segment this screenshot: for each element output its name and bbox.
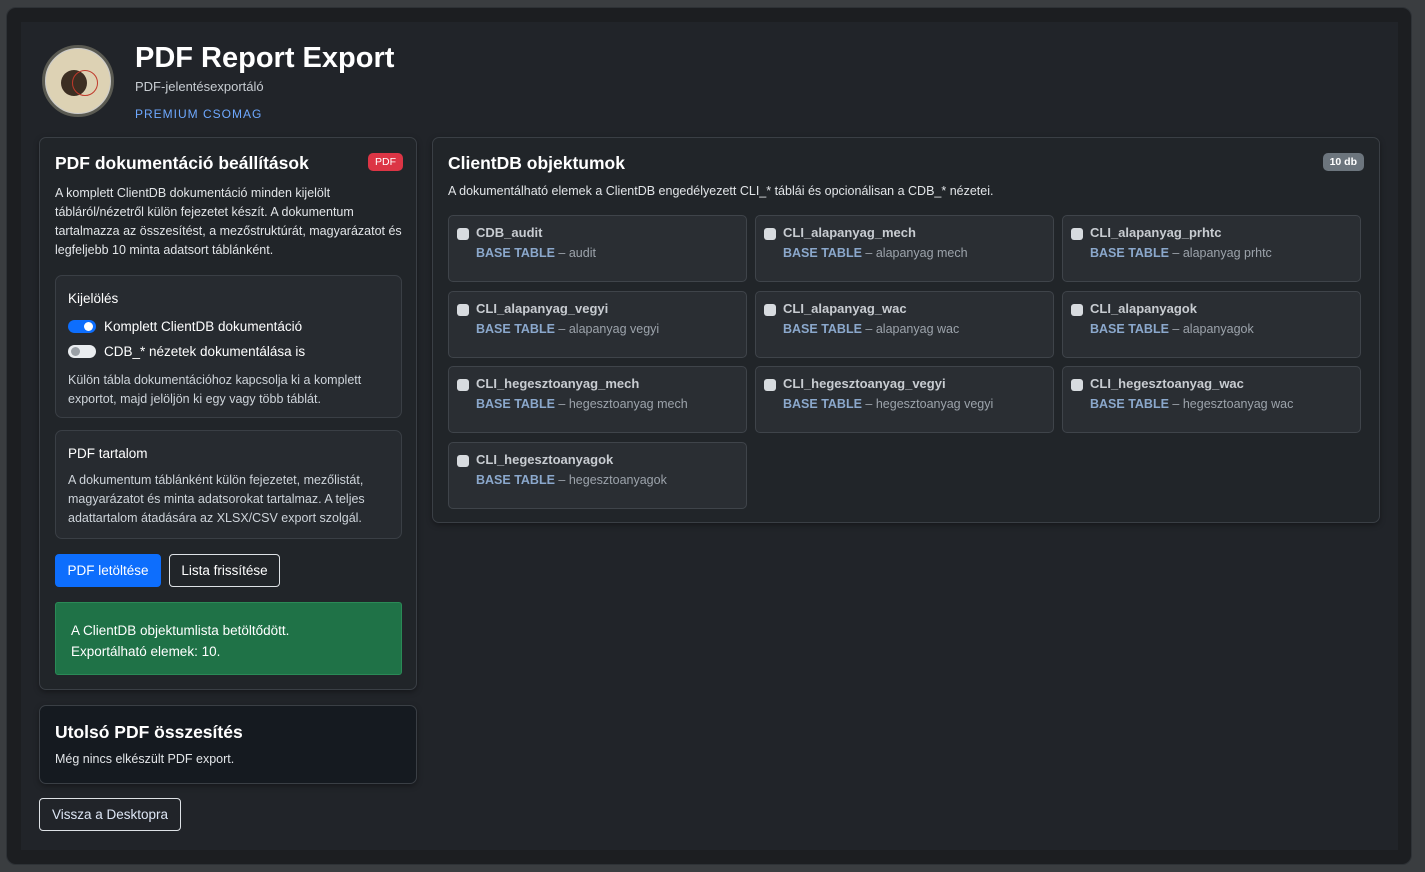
object-type: BASE TABLE	[783, 321, 862, 336]
object-type: BASE TABLE	[783, 397, 862, 411]
refresh-list-button[interactable]: Lista frissítése	[169, 554, 280, 587]
checkbox-icon[interactable]	[457, 379, 469, 391]
objects-title: ClientDB objektumok	[448, 153, 625, 173]
object-meta: BASE TABLE – audit	[476, 246, 596, 260]
object-label: – hegesztoanyag wac	[1172, 397, 1294, 411]
object-name: CLI_hegesztoanyag_mech	[476, 376, 640, 391]
checkbox-icon[interactable]	[457, 303, 469, 316]
summary-title: Utolsó PDF összesítés	[55, 722, 243, 742]
object-name: CLI_hegesztoanyagok	[476, 451, 614, 467]
checkbox-icon[interactable]	[1071, 228, 1083, 240]
object-meta: BASE TABLE – alapanyag mech	[783, 246, 968, 260]
checkbox-icon[interactable]	[764, 228, 776, 240]
toggle-full-doc[interactable]: Komplett ClientDB dokumentáció	[68, 319, 302, 334]
page-title: PDF Report Export	[135, 42, 395, 74]
object-type: BASE TABLE	[476, 472, 555, 487]
object-name: CLI_hegesztoanyag_wac	[1090, 376, 1244, 391]
object-label: – alapanyag mech	[865, 246, 968, 260]
checkbox-icon[interactable]	[1071, 379, 1083, 391]
object-item[interactable]: CLI_alapanyag_mech BASE TABLE – alapanyag…	[755, 215, 1054, 282]
settings-card: PDF dokumentáció beállítások PDF A kompl…	[39, 137, 417, 690]
object-type: BASE TABLE	[476, 397, 555, 411]
object-meta: BASE TABLE – alapanyag wac	[783, 322, 959, 336]
objects-card: ClientDB objektumok 10 db A dokumentálha…	[432, 137, 1380, 523]
object-name: CLI_alapanyagok	[1090, 300, 1197, 316]
alert-line-2: Exportálható elemek: 10.	[71, 644, 221, 659]
checkbox-icon[interactable]	[764, 379, 776, 391]
object-name: CLI_hegesztoanyag_vegyi	[783, 376, 946, 391]
object-item[interactable]: CLI_hegesztoanyag_vegyi BASE TABLE – hege…	[755, 366, 1054, 433]
package-label: PREMIUM CSOMAG	[135, 107, 263, 121]
object-type: BASE TABLE	[1090, 321, 1169, 336]
settings-description: A komplett ClientDB dokumentáció minden …	[55, 186, 402, 257]
object-name: CLI_alapanyag_vegyi	[476, 300, 609, 316]
object-type: BASE TABLE	[1090, 246, 1169, 260]
alert-line-1: A ClientDB objektumlista betöltődött.	[71, 623, 290, 638]
summary-text: Még nincs elkészült PDF export.	[55, 752, 235, 766]
object-label: – alapanyagok	[1172, 321, 1254, 336]
object-item[interactable]: CLI_alapanyag_prhtc BASE TABLE – alapanya…	[1062, 215, 1361, 282]
back-to-desktop-button[interactable]: Vissza a Desktopra	[39, 798, 181, 831]
object-label: – alapanyag vegyi	[558, 321, 660, 336]
objects-description: A dokumentálható elemek a ClientDB enged…	[448, 184, 994, 198]
checkbox-icon[interactable]	[457, 228, 469, 240]
selection-hint: Külön tábla dokumentációhoz kapcsolja ki…	[68, 373, 362, 406]
selection-title: Kijelölés	[68, 291, 119, 306]
object-name: CLI_alapanyag_mech	[783, 225, 916, 240]
summary-card: Utolsó PDF összesítés Még nincs elkészül…	[39, 705, 417, 784]
checkbox-icon[interactable]	[457, 454, 469, 467]
object-item[interactable]: CLI_alapanyagok BASE TABLE – alapanyagok	[1062, 290, 1361, 358]
object-meta: BASE TABLE – hegesztoanyag mech	[476, 397, 688, 411]
object-type: BASE TABLE	[476, 321, 555, 336]
toggle-views-label: CDB_* nézetek dokumentálása is	[104, 344, 306, 359]
toggle-switch-on[interactable]	[68, 320, 96, 333]
object-item[interactable]: CLI_alapanyag_wac BASE TABLE – alapanyag …	[755, 290, 1054, 358]
object-label: – hegesztoanyag vegyi	[865, 397, 994, 411]
content-text: A dokumentum táblánként külön fejezetet,…	[68, 473, 365, 525]
object-meta: BASE TABLE – hegesztoanyag vegyi	[783, 397, 993, 411]
object-name: CDB_audit	[476, 225, 543, 240]
object-item[interactable]: CLI_hegesztoanyag_mech BASE TABLE – heges…	[448, 366, 747, 433]
pdf-badge: PDF	[368, 153, 403, 171]
object-label: – alapanyag prhtc	[1172, 246, 1272, 260]
content-title: PDF tartalom	[68, 446, 148, 461]
count-badge: 10 db	[1322, 153, 1364, 171]
object-meta: BASE TABLE – hegesztoanyag wac	[1090, 397, 1293, 411]
object-label: – audit	[558, 246, 596, 260]
toggle-full-label: Komplett ClientDB dokumentáció	[104, 319, 303, 334]
object-item[interactable]: CDB_audit BASE TABLE – audit	[448, 215, 747, 282]
object-type: BASE TABLE	[476, 246, 555, 260]
content-panel: PDF tartalom A dokumentum táblánként kül…	[55, 430, 402, 539]
object-item[interactable]: CLI_hegesztoanyagok BASE TABLE – hegeszto…	[448, 441, 747, 509]
venn-logo-icon	[42, 45, 114, 117]
checkbox-icon[interactable]	[1071, 303, 1083, 316]
object-meta: BASE TABLE – alapanyagok	[1090, 322, 1254, 336]
object-meta: BASE TABLE – alapanyag vegyi	[476, 322, 659, 336]
download-pdf-button[interactable]: PDF letöltése	[55, 554, 161, 587]
object-name: CLI_alapanyag_prhtc	[1090, 225, 1222, 240]
object-meta: BASE TABLE – alapanyag prhtc	[1090, 246, 1272, 260]
object-type: BASE TABLE	[783, 246, 862, 260]
checkbox-icon[interactable]	[764, 303, 776, 316]
toggle-switch-off[interactable]	[68, 345, 96, 358]
object-item[interactable]: CLI_hegesztoanyag_wac BASE TABLE – hegesz…	[1062, 366, 1361, 433]
object-meta: BASE TABLE – hegesztoanyagok	[476, 473, 667, 487]
settings-title: PDF dokumentáció beállítások	[55, 153, 309, 173]
page-subtitle: PDF-jelentésexportáló	[135, 79, 264, 94]
object-name: CLI_alapanyag_wac	[783, 300, 907, 316]
toggle-views[interactable]: CDB_* nézetek dokumentálása is	[68, 344, 305, 359]
object-label: – alapanyag wac	[865, 321, 960, 336]
status-alert: A ClientDB objektumlista betöltődött. Ex…	[55, 602, 402, 675]
object-type: BASE TABLE	[1090, 397, 1169, 411]
object-item[interactable]: CLI_alapanyag_vegyi BASE TABLE – alapanya…	[448, 290, 747, 358]
object-label: – hegesztoanyag mech	[558, 397, 688, 411]
selection-panel: Kijelölés Komplett ClientDB dokumentáció…	[55, 275, 402, 418]
object-label: – hegesztoanyagok	[558, 472, 667, 487]
